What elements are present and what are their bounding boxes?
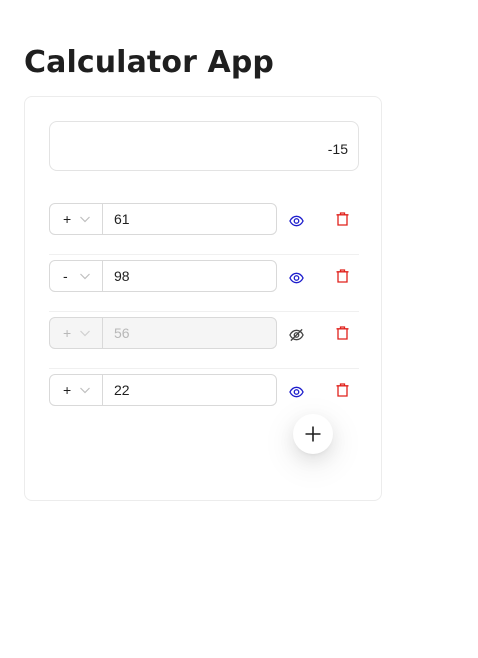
trash-icon [336,383,348,397]
chevron-down-icon [80,216,90,223]
trash-icon [336,326,348,340]
chevron-down-icon [80,387,90,394]
add-row-button[interactable] [293,414,333,454]
operation-input-group: - 98 [49,260,277,292]
operator-select[interactable]: + [50,318,103,348]
operator-value: + [63,211,72,227]
delete-row-button[interactable] [333,210,351,228]
operation-row: + 61 [49,197,359,255]
eye-icon [288,272,304,284]
number-input[interactable]: 98 [103,261,276,291]
chevron-down-icon [80,273,90,280]
number-input[interactable]: 61 [103,204,276,234]
eye-icon [288,215,304,227]
eye-invisible-icon [288,328,304,342]
operation-row: - 98 [49,254,359,312]
operator-value: - [63,268,68,284]
operator-select[interactable]: - [50,261,103,291]
delete-row-button[interactable] [333,381,351,399]
operator-value: + [63,382,72,398]
number-input[interactable]: 56 [103,318,276,348]
operation-input-group: + 61 [49,203,277,235]
chevron-down-icon [80,330,90,337]
toggle-visibility-button[interactable] [287,326,305,344]
trash-icon [336,269,348,283]
trash-icon [336,212,348,226]
operator-value: + [63,325,72,341]
calculator-card: -15 + 61 - 98 + 56 + 22 [24,96,382,501]
toggle-visibility-button[interactable] [287,383,305,401]
operation-input-group: + 22 [49,374,277,406]
toggle-visibility-button[interactable] [287,212,305,230]
result-display: -15 [49,121,359,171]
plus-icon [305,426,321,442]
operation-input-group: + 56 [49,317,277,349]
delete-row-button[interactable] [333,267,351,285]
number-input[interactable]: 22 [103,375,276,405]
page-title: Calculator App [24,45,274,80]
delete-row-button[interactable] [333,324,351,342]
eye-icon [288,386,304,398]
toggle-visibility-button[interactable] [287,269,305,287]
operator-select[interactable]: + [50,204,103,234]
operation-row: + 56 [49,311,359,369]
operator-select[interactable]: + [50,375,103,405]
